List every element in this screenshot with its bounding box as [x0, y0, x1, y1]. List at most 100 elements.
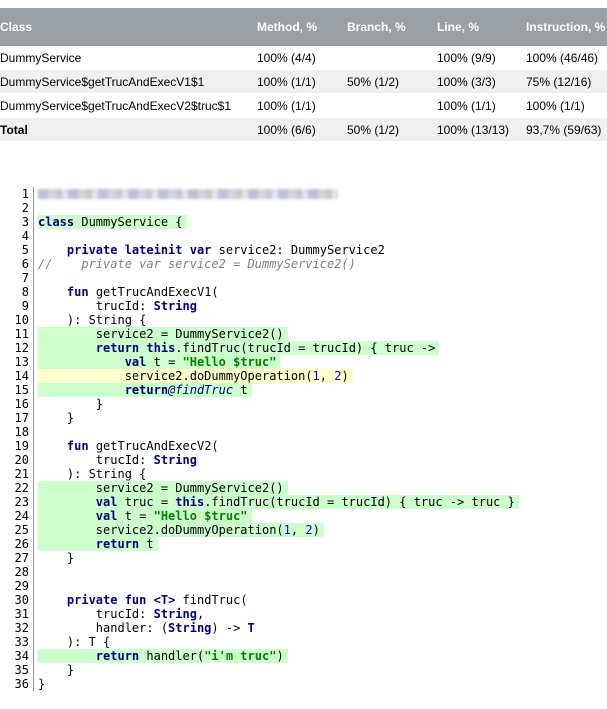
line-number: 16 — [0, 397, 34, 411]
line-number: 11 — [0, 327, 34, 341]
line-number: 18 — [0, 425, 34, 439]
code-text: val truc = this.findTruc(trucId = trucId… — [38, 495, 519, 509]
branch-cell: 50% (1/2) — [347, 69, 437, 94]
line-number: 8 — [0, 285, 34, 299]
code-text: private fun <T> findTruc( — [66, 593, 248, 607]
line-number: 19 — [0, 439, 34, 453]
code-line: 25 service2.doDummyOperation(1, 2) — [0, 523, 519, 537]
code-text: ): T { — [38, 635, 111, 649]
code-text: } — [38, 551, 75, 565]
code-text: service2.doDummyOperation(1, 2) — [38, 369, 353, 383]
code-text: } — [38, 663, 75, 677]
total-label: Total — [0, 117, 257, 142]
branch-cell — [347, 46, 437, 70]
code-line: 16 } — [0, 397, 519, 411]
line-number: 9 — [0, 299, 34, 313]
code-text: private lateinit var service2: DummyServ… — [66, 243, 385, 257]
instruction-cell: 100% (46/46) — [526, 46, 607, 70]
code-line: 14 service2.doDummyOperation(1, 2) — [0, 369, 519, 383]
code-text: return handler("i'm truc") — [38, 649, 288, 663]
code-text: } — [38, 397, 104, 411]
line-number: 29 — [0, 579, 34, 593]
code-line: 7 — [0, 271, 519, 285]
table-row: DummyService$getTrucAndExecV1$1 100% (1/… — [0, 69, 607, 94]
code-line: 3 class DummyService { — [0, 215, 519, 229]
line-number: 36 — [0, 677, 34, 691]
code-text: trucId: String — [38, 453, 197, 467]
code-comment: // private var service2 = DummyService2(… — [38, 257, 356, 271]
code-line: 31 trucId: String, — [0, 607, 519, 621]
redacted-package-line — [38, 189, 338, 199]
code-text: class DummyService { — [38, 215, 187, 229]
code-text — [38, 187, 342, 201]
code-line: 4 — [0, 229, 519, 243]
column-header-instruction[interactable]: Instruction, % — [526, 8, 607, 46]
total-branch-cell: 50% (1/2) — [347, 117, 437, 142]
code-line: 19 fun getTrucAndExecV2( — [0, 439, 519, 453]
branch-cell — [347, 93, 437, 118]
code-text: trucId: String, — [38, 607, 205, 621]
line-number: 30 — [0, 593, 34, 607]
method-cell: 100% (4/4) — [257, 46, 347, 70]
line-number: 23 — [0, 495, 34, 509]
instruction-cell: 75% (12/16) — [526, 69, 607, 94]
class-name-cell[interactable]: DummyService — [0, 46, 257, 70]
code-line: 23 val truc = this.findTruc(trucId = tru… — [0, 495, 519, 509]
code-text: service2 = DummyService2() — [38, 327, 288, 341]
code-text: service2 = DummyService2() — [38, 481, 288, 495]
code-line: 27 } — [0, 551, 519, 565]
column-header-class[interactable]: Class — [0, 8, 257, 46]
code-line: 21 ): String { — [0, 467, 519, 481]
line-number: 32 — [0, 621, 34, 635]
column-header-line[interactable]: Line, % — [437, 8, 526, 46]
total-instruction-cell: 93,7% (59/63) — [526, 117, 607, 142]
code-text: } — [38, 677, 46, 691]
total-row: Total 100% (6/6) 50% (1/2) 100% (13/13) … — [0, 117, 607, 142]
code-line: 24 val t = "Hello $truc" — [0, 509, 519, 523]
code-line: 13 val t = "Hello $truc" — [0, 355, 519, 369]
line-number: 22 — [0, 481, 34, 495]
line-cell: 100% (1/1) — [437, 93, 526, 118]
coverage-table: Class Method, % Branch, % Line, % Instru… — [0, 8, 607, 142]
total-line-cell: 100% (13/13) — [437, 117, 526, 142]
code-text: trucId: String — [38, 299, 197, 313]
line-number: 33 — [0, 635, 34, 649]
line-number: 14 — [0, 369, 34, 383]
code-text: } — [38, 411, 75, 425]
column-header-method[interactable]: Method, % — [257, 8, 347, 46]
code-text: service2.doDummyOperation(1, 2) — [38, 523, 324, 537]
line-number: 6 — [0, 257, 34, 271]
code-text: fun getTrucAndExecV2( — [66, 439, 219, 453]
line-number: 2 — [0, 201, 34, 215]
code-text: return this.findTruc(trucId = trucId) { … — [38, 341, 440, 355]
line-number: 10 — [0, 313, 34, 327]
code-line: 5 private lateinit var service2: DummySe… — [0, 243, 519, 257]
code-line: 10 ): String { — [0, 313, 519, 327]
line-cell: 100% (9/9) — [437, 46, 526, 70]
class-name-cell[interactable]: DummyService$getTrucAndExecV1$1 — [0, 69, 257, 94]
code-line: 15 return@findTruc t — [0, 383, 519, 397]
method-cell: 100% (1/1) — [257, 93, 347, 118]
code-text: ): String { — [38, 313, 147, 327]
code-text: val t = "Hello $truc" — [38, 355, 281, 369]
table-header-row: Class Method, % Branch, % Line, % Instru… — [0, 8, 607, 46]
code-line: 34 return handler("i'm truc") — [0, 649, 519, 663]
line-number: 28 — [0, 565, 34, 579]
source-code-view: 1 2 3 class DummyService { 4 5 private l… — [0, 187, 519, 691]
code-line: 17 } — [0, 411, 519, 425]
code-line: 33 ): T { — [0, 635, 519, 649]
class-name-cell[interactable]: DummyService$getTrucAndExecV2$truc$1 — [0, 93, 257, 118]
line-number: 7 — [0, 271, 34, 285]
line-number: 1 — [0, 187, 34, 201]
line-number: 26 — [0, 537, 34, 551]
column-header-branch[interactable]: Branch, % — [347, 8, 437, 46]
table-row: DummyService 100% (4/4) 100% (9/9) 100% … — [0, 46, 607, 70]
code-line: 8 fun getTrucAndExecV1( — [0, 285, 519, 299]
line-number: 20 — [0, 453, 34, 467]
line-number: 4 — [0, 229, 34, 243]
code-line: 20 trucId: String — [0, 453, 519, 467]
code-line: 35 } — [0, 663, 519, 677]
